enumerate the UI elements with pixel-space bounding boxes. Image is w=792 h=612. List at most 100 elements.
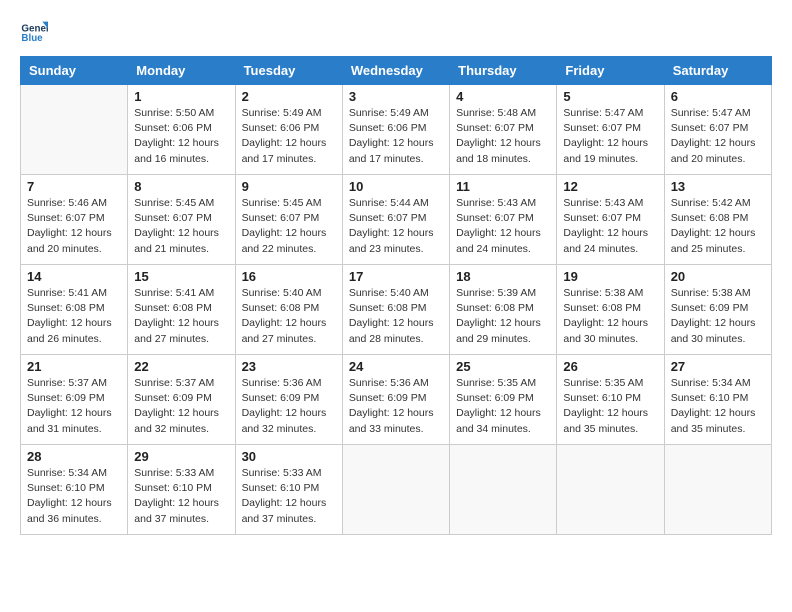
day-number: 3 [349, 89, 443, 104]
calendar-week-row: 28 Sunrise: 5:34 AM Sunset: 6:10 PM Dayli… [21, 445, 772, 535]
day-detail: Sunrise: 5:47 AM Sunset: 6:07 PM Dayligh… [671, 106, 765, 167]
dow-header: Tuesday [235, 57, 342, 85]
calendar-cell: 23Sunrise: 5:36 AM Sunset: 6:09 PM Dayli… [235, 355, 342, 445]
day-number: 22 [134, 359, 228, 374]
calendar-cell: 28 Sunrise: 5:34 AM Sunset: 6:10 PM Dayli… [21, 445, 128, 535]
day-number: 17 [349, 269, 443, 284]
day-detail: Sunrise: 5:50 AM Sunset: 6:06 PM Dayligh… [134, 106, 228, 167]
day-detail: Sunrise: 5:48 AM Sunset: 6:07 PM Dayligh… [456, 106, 550, 167]
calendar-cell: 13 Sunrise: 5:42 AM Sunset: 6:08 PM Dayli… [664, 175, 771, 265]
day-number: 27 [671, 359, 765, 374]
dow-header: Sunday [21, 57, 128, 85]
day-number: 8 [134, 179, 228, 194]
days-of-week-row: SundayMondayTuesdayWednesdayThursdayFrid… [21, 57, 772, 85]
calendar-cell: 17 Sunrise: 5:40 AM Sunset: 6:08 PM Dayli… [342, 265, 449, 355]
calendar-cell: 16 Sunrise: 5:40 AM Sunset: 6:08 PM Dayli… [235, 265, 342, 355]
day-detail: Sunrise: 5:49 AM Sunset: 6:06 PM Dayligh… [242, 106, 336, 167]
day-number: 25 [456, 359, 550, 374]
day-detail: Sunrise: 5:39 AM Sunset: 6:08 PM Dayligh… [456, 286, 550, 347]
calendar-cell: 6 Sunrise: 5:47 AM Sunset: 6:07 PM Daylig… [664, 85, 771, 175]
day-detail: Sunrise: 5:33 AM Sunset: 6:10 PM Dayligh… [134, 466, 228, 527]
day-number: 24 [349, 359, 443, 374]
day-detail: Sunrise: 5:36 AM Sunset: 6:09 PM Dayligh… [349, 376, 443, 437]
svg-text:Blue: Blue [21, 33, 43, 44]
day-detail: Sunrise: 5:35 AM Sunset: 6:09 PM Dayligh… [456, 376, 550, 437]
calendar-cell: 26 Sunrise: 5:35 AM Sunset: 6:10 PM Dayli… [557, 355, 664, 445]
calendar-cell: 4 Sunrise: 5:48 AM Sunset: 6:07 PM Daylig… [450, 85, 557, 175]
day-detail: Sunrise: 5:45 AM Sunset: 6:07 PM Dayligh… [242, 196, 336, 257]
day-number: 9 [242, 179, 336, 194]
day-number: 15 [134, 269, 228, 284]
calendar-cell [21, 85, 128, 175]
calendar-cell: 2 Sunrise: 5:49 AM Sunset: 6:06 PM Daylig… [235, 85, 342, 175]
day-number: 21 [27, 359, 121, 374]
calendar-week-row: 7Sunrise: 5:46 AM Sunset: 6:07 PM Daylig… [21, 175, 772, 265]
day-number: 26 [563, 359, 657, 374]
calendar-cell: 21 Sunrise: 5:37 AM Sunset: 6:09 PM Dayli… [21, 355, 128, 445]
day-number: 16 [242, 269, 336, 284]
dow-header: Monday [128, 57, 235, 85]
day-number: 2 [242, 89, 336, 104]
day-number: 30 [242, 449, 336, 464]
calendar-body: 1 Sunrise: 5:50 AM Sunset: 6:06 PM Daylig… [21, 85, 772, 535]
day-detail: Sunrise: 5:45 AM Sunset: 6:07 PM Dayligh… [134, 196, 228, 257]
day-number: 6 [671, 89, 765, 104]
day-detail: Sunrise: 5:49 AM Sunset: 6:06 PM Dayligh… [349, 106, 443, 167]
calendar-cell: 18 Sunrise: 5:39 AM Sunset: 6:08 PM Dayli… [450, 265, 557, 355]
calendar-cell: 24 Sunrise: 5:36 AM Sunset: 6:09 PM Dayli… [342, 355, 449, 445]
calendar-cell [450, 445, 557, 535]
day-number: 10 [349, 179, 443, 194]
calendar-cell: 25 Sunrise: 5:35 AM Sunset: 6:09 PM Dayli… [450, 355, 557, 445]
day-number: 28 [27, 449, 121, 464]
logo: General Blue [20, 16, 52, 44]
day-detail: Sunrise: 5:40 AM Sunset: 6:08 PM Dayligh… [242, 286, 336, 347]
day-number: 23 [242, 359, 336, 374]
calendar-cell: 22 Sunrise: 5:37 AM Sunset: 6:09 PM Dayli… [128, 355, 235, 445]
day-detail: Sunrise: 5:34 AM Sunset: 6:10 PM Dayligh… [671, 376, 765, 437]
day-number: 14 [27, 269, 121, 284]
day-detail: Sunrise: 5:43 AM Sunset: 6:07 PM Dayligh… [456, 196, 550, 257]
day-number: 4 [456, 89, 550, 104]
dow-header: Wednesday [342, 57, 449, 85]
day-detail: Sunrise: 5:42 AM Sunset: 6:08 PM Dayligh… [671, 196, 765, 257]
calendar-cell: 10 Sunrise: 5:44 AM Sunset: 6:07 PM Dayli… [342, 175, 449, 265]
day-number: 29 [134, 449, 228, 464]
day-detail: Sunrise: 5:40 AM Sunset: 6:08 PM Dayligh… [349, 286, 443, 347]
calendar-cell: 29 Sunrise: 5:33 AM Sunset: 6:10 PM Dayli… [128, 445, 235, 535]
day-number: 18 [456, 269, 550, 284]
day-detail: Sunrise: 5:46 AM Sunset: 6:07 PM Dayligh… [27, 196, 121, 257]
dow-header: Friday [557, 57, 664, 85]
calendar-cell [557, 445, 664, 535]
day-number: 5 [563, 89, 657, 104]
day-detail: Sunrise: 5:47 AM Sunset: 6:07 PM Dayligh… [563, 106, 657, 167]
page-header: General Blue [20, 16, 772, 44]
calendar-week-row: 14Sunrise: 5:41 AM Sunset: 6:08 PM Dayli… [21, 265, 772, 355]
calendar-cell: 8 Sunrise: 5:45 AM Sunset: 6:07 PM Daylig… [128, 175, 235, 265]
calendar-cell: 15Sunrise: 5:41 AM Sunset: 6:08 PM Dayli… [128, 265, 235, 355]
dow-header: Saturday [664, 57, 771, 85]
calendar-cell: 12 Sunrise: 5:43 AM Sunset: 6:07 PM Dayli… [557, 175, 664, 265]
day-detail: Sunrise: 5:43 AM Sunset: 6:07 PM Dayligh… [563, 196, 657, 257]
day-detail: Sunrise: 5:38 AM Sunset: 6:09 PM Dayligh… [671, 286, 765, 347]
day-number: 1 [134, 89, 228, 104]
calendar-cell [342, 445, 449, 535]
day-number: 19 [563, 269, 657, 284]
day-detail: Sunrise: 5:37 AM Sunset: 6:09 PM Dayligh… [134, 376, 228, 437]
day-detail: Sunrise: 5:37 AM Sunset: 6:09 PM Dayligh… [27, 376, 121, 437]
calendar-cell: 30Sunrise: 5:33 AM Sunset: 6:10 PM Dayli… [235, 445, 342, 535]
day-detail: Sunrise: 5:35 AM Sunset: 6:10 PM Dayligh… [563, 376, 657, 437]
calendar-week-row: 21 Sunrise: 5:37 AM Sunset: 6:09 PM Dayli… [21, 355, 772, 445]
day-detail: Sunrise: 5:34 AM Sunset: 6:10 PM Dayligh… [27, 466, 121, 527]
day-detail: Sunrise: 5:44 AM Sunset: 6:07 PM Dayligh… [349, 196, 443, 257]
calendar-cell: 27 Sunrise: 5:34 AM Sunset: 6:10 PM Dayli… [664, 355, 771, 445]
day-number: 20 [671, 269, 765, 284]
day-number: 12 [563, 179, 657, 194]
logo-icon: General Blue [20, 16, 48, 44]
calendar-cell: 20 Sunrise: 5:38 AM Sunset: 6:09 PM Dayli… [664, 265, 771, 355]
dow-header: Thursday [450, 57, 557, 85]
calendar-week-row: 1 Sunrise: 5:50 AM Sunset: 6:06 PM Daylig… [21, 85, 772, 175]
calendar-cell: 11Sunrise: 5:43 AM Sunset: 6:07 PM Dayli… [450, 175, 557, 265]
calendar-table: SundayMondayTuesdayWednesdayThursdayFrid… [20, 56, 772, 535]
calendar-cell: 5 Sunrise: 5:47 AM Sunset: 6:07 PM Daylig… [557, 85, 664, 175]
day-number: 13 [671, 179, 765, 194]
